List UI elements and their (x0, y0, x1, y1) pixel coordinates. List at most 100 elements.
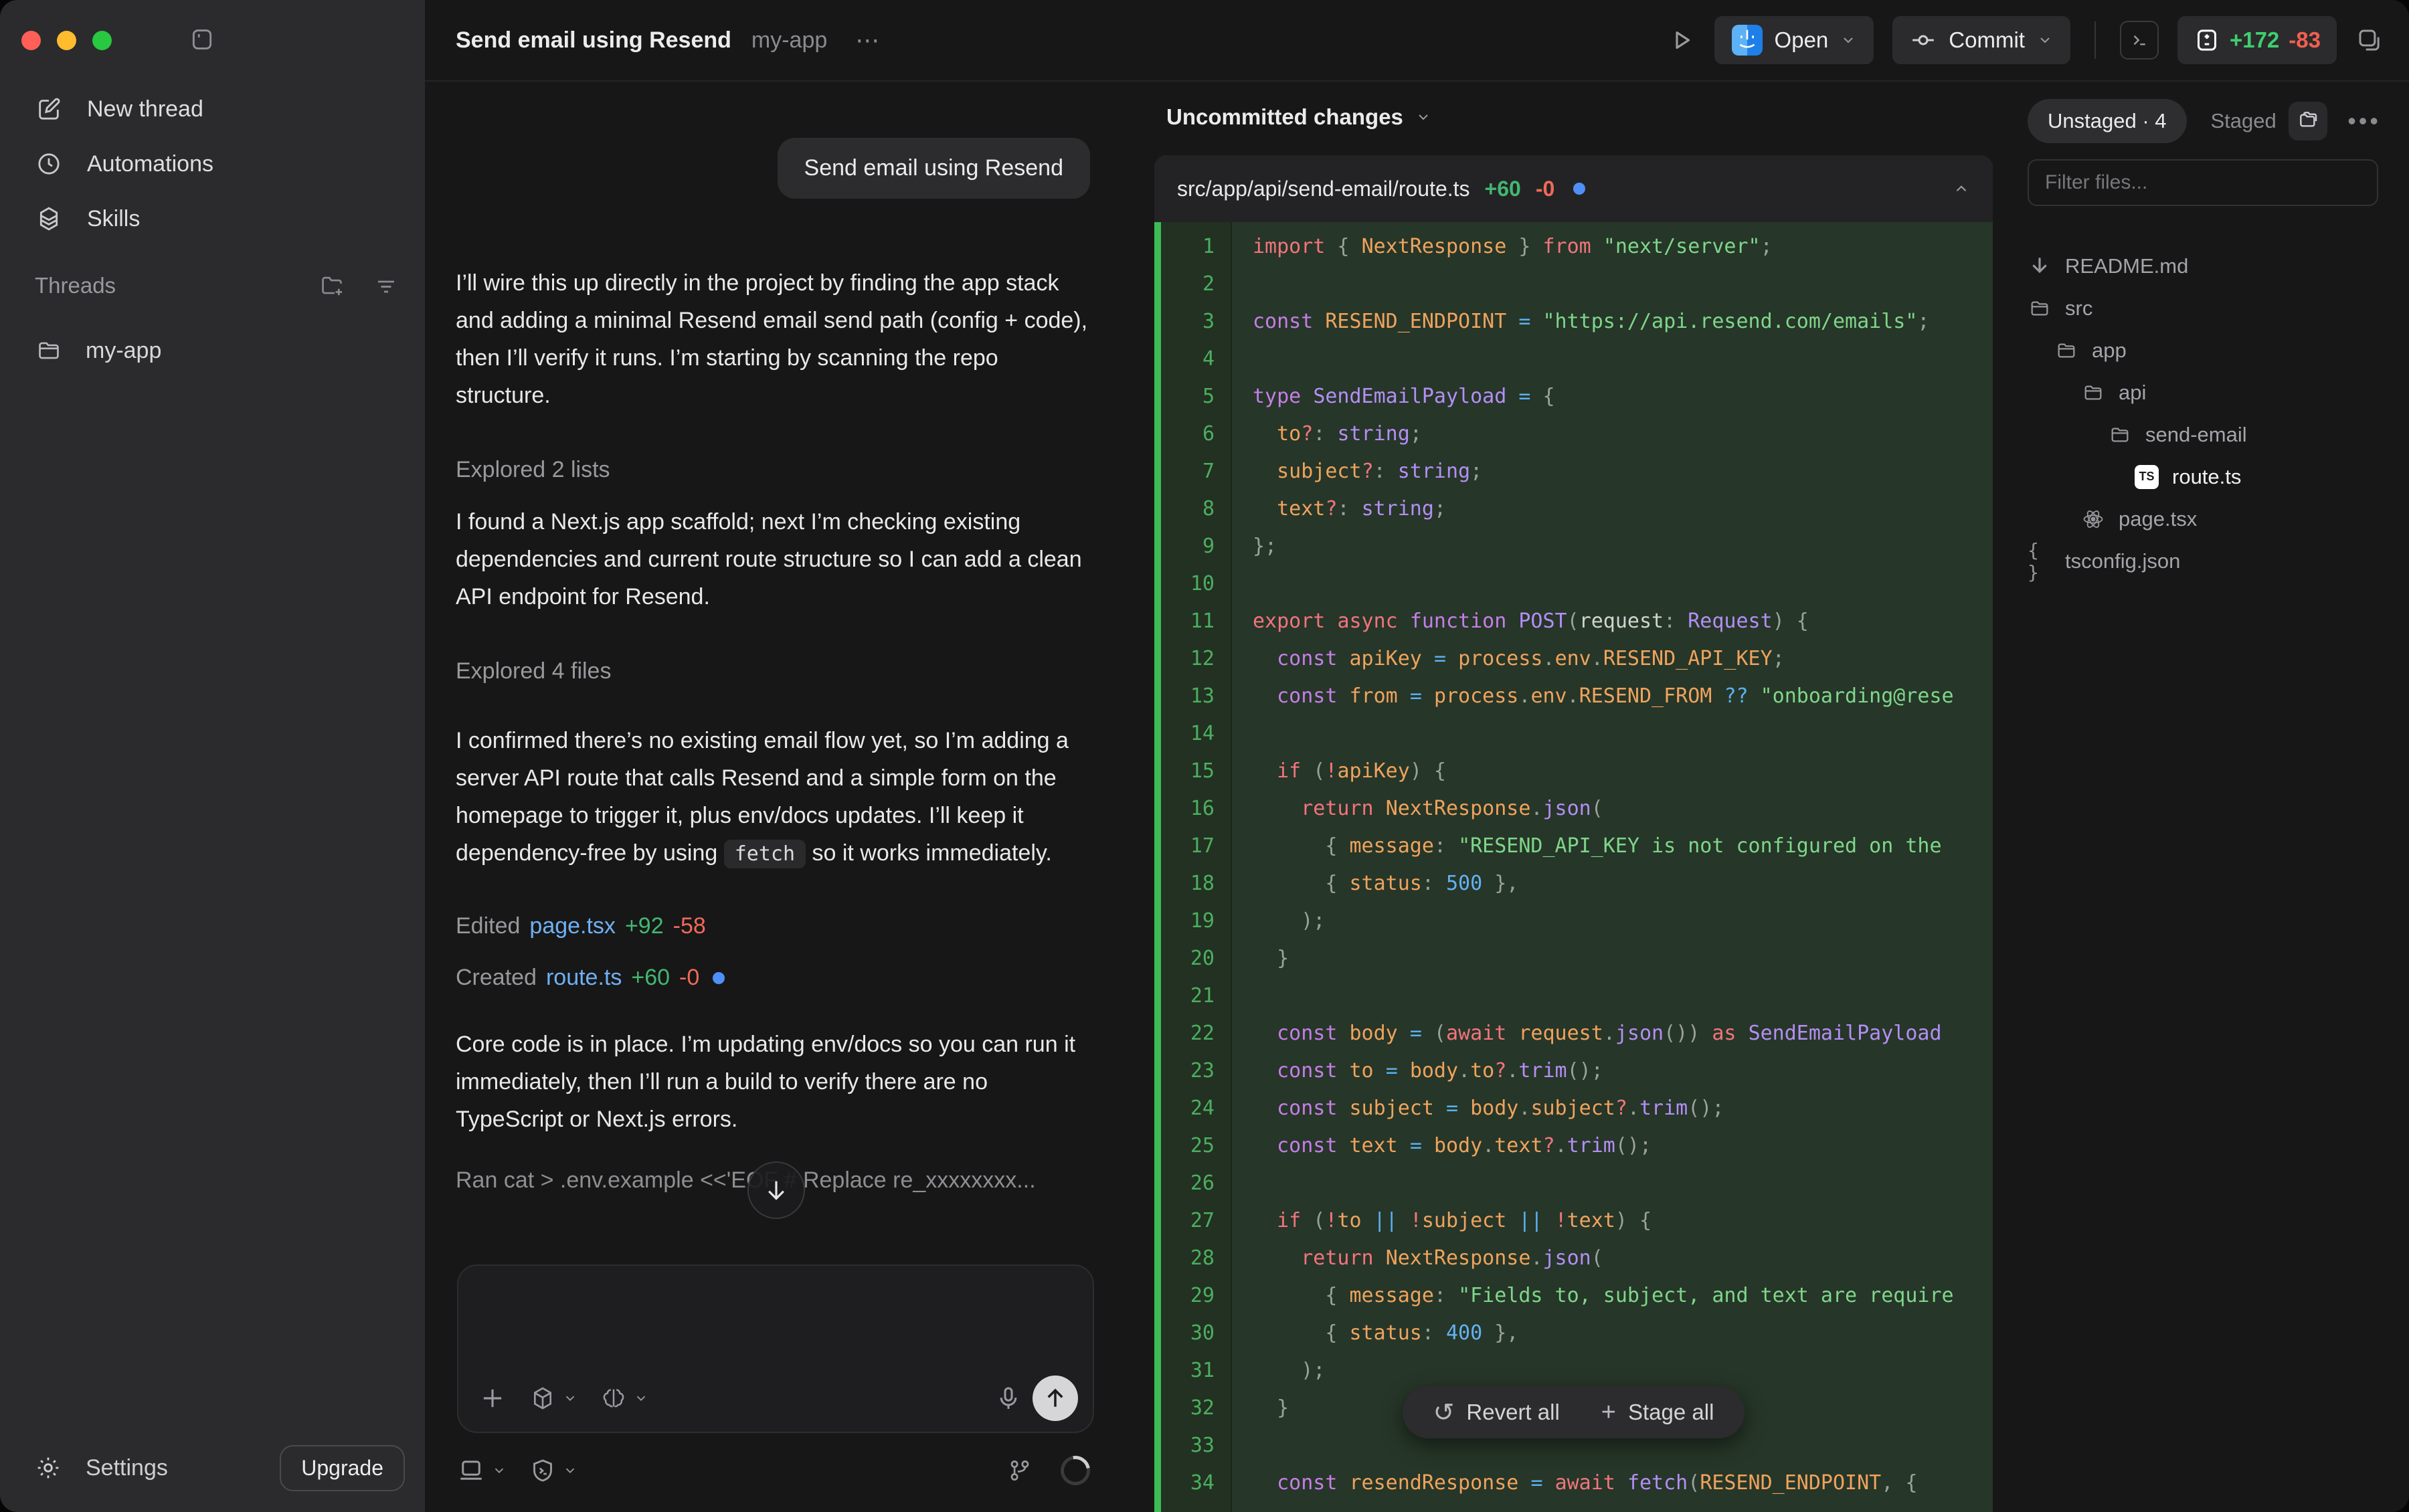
sidebar-item-new-thread[interactable]: New thread (0, 82, 425, 136)
close-window-button[interactable] (21, 31, 41, 50)
divider (2094, 21, 2096, 59)
code-line: 3const RESEND_ENDPOINT = "https://api.re… (1154, 302, 1993, 340)
download-icon (2028, 256, 2052, 277)
thread-item-my-app[interactable]: my-app (0, 325, 425, 376)
run-icon[interactable] (1668, 26, 1696, 54)
code-line: 10 (1154, 565, 1993, 602)
open-label: Open (1775, 27, 1829, 53)
stage-all-button[interactable]: + Stage all (1601, 1398, 1714, 1427)
clock-icon (35, 151, 63, 177)
diff-file-header[interactable]: src/app/api/send-email/route.ts +60 -0 (1154, 155, 1993, 222)
minimize-window-button[interactable] (57, 31, 76, 50)
tab-unstaged[interactable]: Unstaged · 4 (2028, 99, 2187, 143)
plus-icon: + (1601, 1398, 1616, 1427)
inline-code-fetch: fetch (724, 840, 806, 868)
finder-icon (1732, 25, 1763, 56)
file-tree: README.mdsrc app apisend-emailTSroute.ts pa… (2028, 245, 2396, 582)
created-label: Created (456, 965, 537, 991)
gear-icon (35, 1454, 62, 1481)
file-tree-item-page.tsx[interactable]: page.tsx (2028, 498, 2396, 540)
undo-icon: ↺ (1433, 1398, 1455, 1428)
model-selector[interactable] (529, 1385, 577, 1412)
collapse-chevron-icon[interactable] (1953, 180, 1970, 197)
file-tree-item-src[interactable]: src (2028, 287, 2396, 329)
file-tree-item-api[interactable]: api (2028, 371, 2396, 413)
diff-stats-badge[interactable]: +172 -83 (2177, 16, 2337, 64)
folder-icon (2028, 298, 2052, 319)
sidebar-item-skills[interactable]: Skills (0, 191, 425, 246)
file-tree-item-tsconfig.json[interactable]: { }tsconfig.json (2028, 540, 2396, 582)
file-tree-item-route.ts[interactable]: TSroute.ts (2028, 456, 2396, 498)
upgrade-button[interactable]: Upgrade (280, 1445, 405, 1491)
code-line: 1import { NextResponse } from "next/serv… (1154, 227, 1993, 265)
edited-file-link[interactable]: page.tsx (529, 913, 616, 939)
edited-added: +92 (625, 913, 664, 939)
filter-files-input[interactable] (2028, 159, 2378, 206)
file-tree-label: app (2092, 339, 2127, 363)
permissions-selector[interactable] (529, 1457, 577, 1484)
environment-selector[interactable] (457, 1456, 507, 1485)
message-input[interactable] (457, 1264, 1094, 1433)
titlebar: Send email using Resend my-app ⋯ Open Co (425, 0, 2409, 82)
new-folder-icon[interactable] (319, 273, 345, 298)
file-tree-label: page.tsx (2119, 507, 2197, 531)
diff-file-added: +60 (1485, 177, 1521, 201)
code-line: 9}; (1154, 527, 1993, 565)
title-more-button[interactable]: ⋯ (855, 26, 882, 54)
code-line: 24 const subject = body.subject?.trim(); (1154, 1089, 1993, 1127)
filter-icon[interactable] (374, 274, 398, 298)
uncommitted-changes-header[interactable]: Uncommitted changes (1166, 104, 1431, 130)
code-line: 15 if (!apiKey) { (1154, 752, 1993, 789)
sidebar-nav: New thread Automations Skills (0, 82, 425, 246)
code-line: 25 const text = body.text?.trim(); (1154, 1127, 1993, 1164)
tab-staged[interactable]: Staged (2211, 109, 2277, 133)
total-added: +172 (2230, 27, 2279, 53)
settings-button[interactable]: Settings (35, 1454, 280, 1481)
zoom-window-button[interactable] (92, 31, 112, 50)
attach-button[interactable] (478, 1384, 507, 1412)
status-spinner (1055, 1450, 1095, 1491)
git-branch-icon[interactable] (1007, 1458, 1033, 1483)
file-tree-item-send-email[interactable]: send-email (2028, 413, 2396, 456)
created-added: +60 (631, 965, 670, 991)
chevron-down-icon (1840, 32, 1856, 48)
explored-files-status[interactable]: Explored 4 files (456, 658, 1090, 684)
scroll-to-bottom-button[interactable] (747, 1161, 805, 1219)
send-button[interactable] (1033, 1376, 1078, 1421)
code-line: 5type SendEmailPayload = { (1154, 377, 1993, 415)
assistant-paragraph: I found a Next.js app scaffold; next I’m… (456, 503, 1090, 616)
thread-title: Send email using Resend (456, 27, 731, 54)
diff-code-view[interactable]: 1import { NextResponse } from "next/serv… (1154, 222, 1993, 1512)
uncommitted-changes-label: Uncommitted changes (1166, 104, 1403, 130)
files-more-button[interactable]: ••• (2347, 107, 2381, 135)
revert-all-button[interactable]: ↺ Revert all (1433, 1398, 1560, 1428)
file-tree-label: route.ts (2172, 465, 2241, 489)
layout-copy-icon[interactable] (2355, 26, 2384, 54)
code-line: 20 } (1154, 939, 1993, 977)
reasoning-selector[interactable] (600, 1385, 648, 1412)
chat-column: Send email using Resend I’ll wire this u… (425, 83, 1149, 1512)
created-file-link[interactable]: route.ts (546, 965, 622, 991)
sidebar-item-label: New thread (87, 96, 203, 122)
open-button[interactable]: Open (1714, 16, 1874, 64)
assistant-paragraph: I confirmed there’s no existing email fl… (456, 722, 1090, 873)
terminal-button[interactable] (2120, 21, 2159, 60)
unsaved-dot (1573, 183, 1585, 195)
skills-icon (35, 205, 63, 232)
new-thread-icon (35, 96, 63, 122)
chevron-down-icon (2037, 32, 2053, 48)
thread-project: my-app (751, 27, 827, 54)
explored-lists-status[interactable]: Explored 2 lists (456, 457, 1090, 483)
commit-button[interactable]: Commit (1892, 16, 2070, 64)
assistant-paragraph: I’ll wire this up directly in the projec… (456, 264, 1090, 414)
sidebar-item-automations[interactable]: Automations (0, 136, 425, 191)
code-line: 31 ); (1154, 1351, 1993, 1389)
code-line: 21 (1154, 977, 1993, 1014)
file-tree-item-app[interactable]: app (2028, 329, 2396, 371)
file-tree-item-README.md[interactable]: README.md (2028, 245, 2396, 287)
files-panel: Unstaged · 4 Staged ••• README.mdsrc app a… (2002, 83, 2409, 1512)
code-line: 28 return NextResponse.json( (1154, 1239, 1993, 1277)
sidebar-toggle-icon[interactable] (189, 27, 215, 52)
file-view-toggle-button[interactable] (2289, 102, 2327, 140)
mic-icon[interactable] (995, 1385, 1022, 1412)
